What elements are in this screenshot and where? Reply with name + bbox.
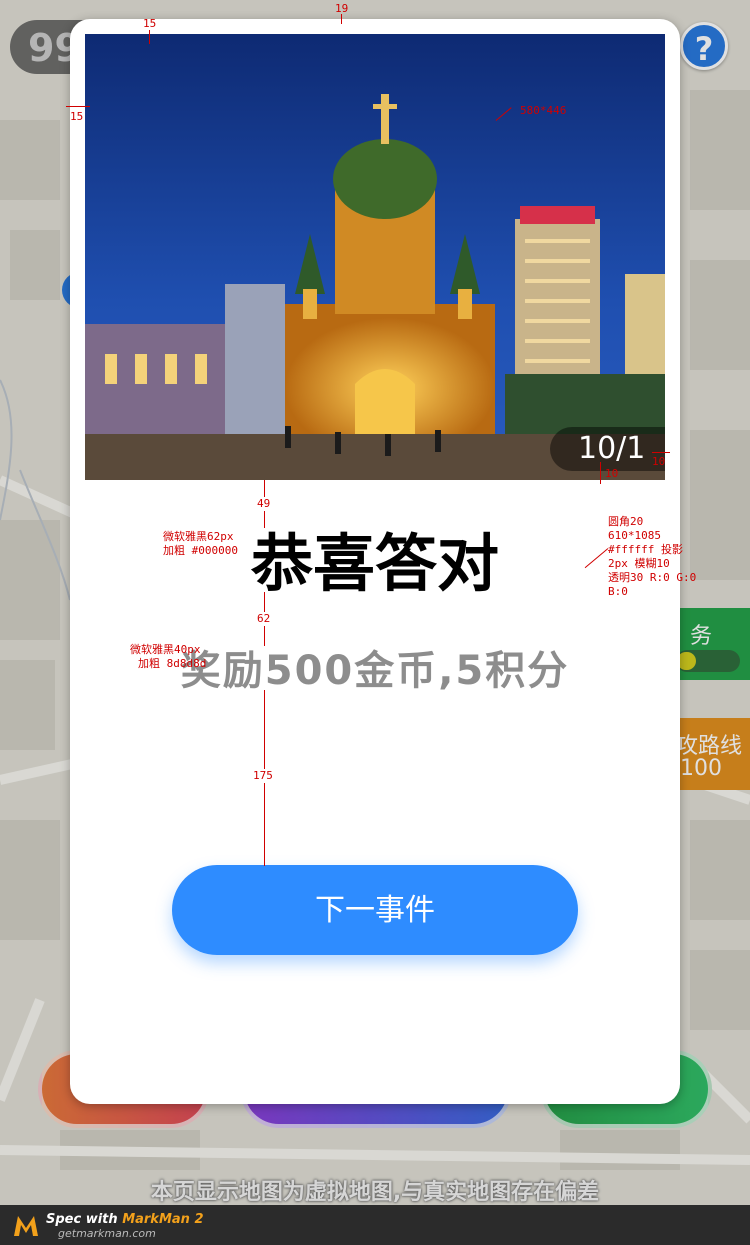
annotation-sub-spec-2: 加粗 8d8d8d xyxy=(138,657,207,670)
photo-illustration xyxy=(85,34,665,480)
annotation-card-spec-3: #ffffff 投影 xyxy=(608,543,683,556)
annotation-line xyxy=(341,14,342,24)
annotation-card-spec-6: B:0 xyxy=(608,585,628,598)
annotation-image-size: 580*446 xyxy=(520,104,567,117)
result-dialog: 10/1 恭喜答对 奖励500金币,5积分 下一事件 xyxy=(70,19,680,1104)
markman-logo-icon xyxy=(14,1216,38,1236)
annotation-gap-button: 175 xyxy=(253,769,273,783)
annotation-title-spec-2: 加粗 #000000 xyxy=(163,544,238,557)
annotation-line xyxy=(149,30,150,44)
annotation-gap-subtitle: 62 xyxy=(257,612,271,626)
annotation-card-spec-2: 610*1085 xyxy=(608,529,661,542)
footer-brand: MarkMan 2 xyxy=(122,1212,204,1227)
annotation-line xyxy=(66,106,90,107)
church-night-photo: 10/1 xyxy=(85,34,665,480)
annotation-card-spec-5: 透明30 R:0 G:0 xyxy=(608,571,697,584)
annotation-badge-right: 10 xyxy=(652,455,666,468)
annotation-left-spacing: 15 xyxy=(70,110,84,123)
annotation-card-spec-4: 2px 模糊10 xyxy=(608,557,670,570)
annotation-top-spacing: 15 xyxy=(143,17,157,30)
annotation-card-spec-1: 圆角20 xyxy=(608,515,644,528)
annotation-line xyxy=(652,452,670,453)
next-event-button[interactable]: 下一事件 xyxy=(172,865,578,955)
annotation-badge-bottom: 10 xyxy=(605,467,619,480)
annotation-sub-spec-1: 微软雅黑40px xyxy=(130,643,201,656)
annotation-gap-title: 49 xyxy=(257,497,271,511)
footer-site: getmarkman.com xyxy=(58,1227,156,1240)
footer-spec-with: Spec with xyxy=(46,1212,123,1227)
footer-title: Spec with MarkMan 2 xyxy=(46,1212,204,1227)
annotation-title-spec-1: 微软雅黑62px xyxy=(163,530,234,543)
page-indicator: 10/1 xyxy=(550,427,665,471)
annotation-line xyxy=(600,462,601,484)
